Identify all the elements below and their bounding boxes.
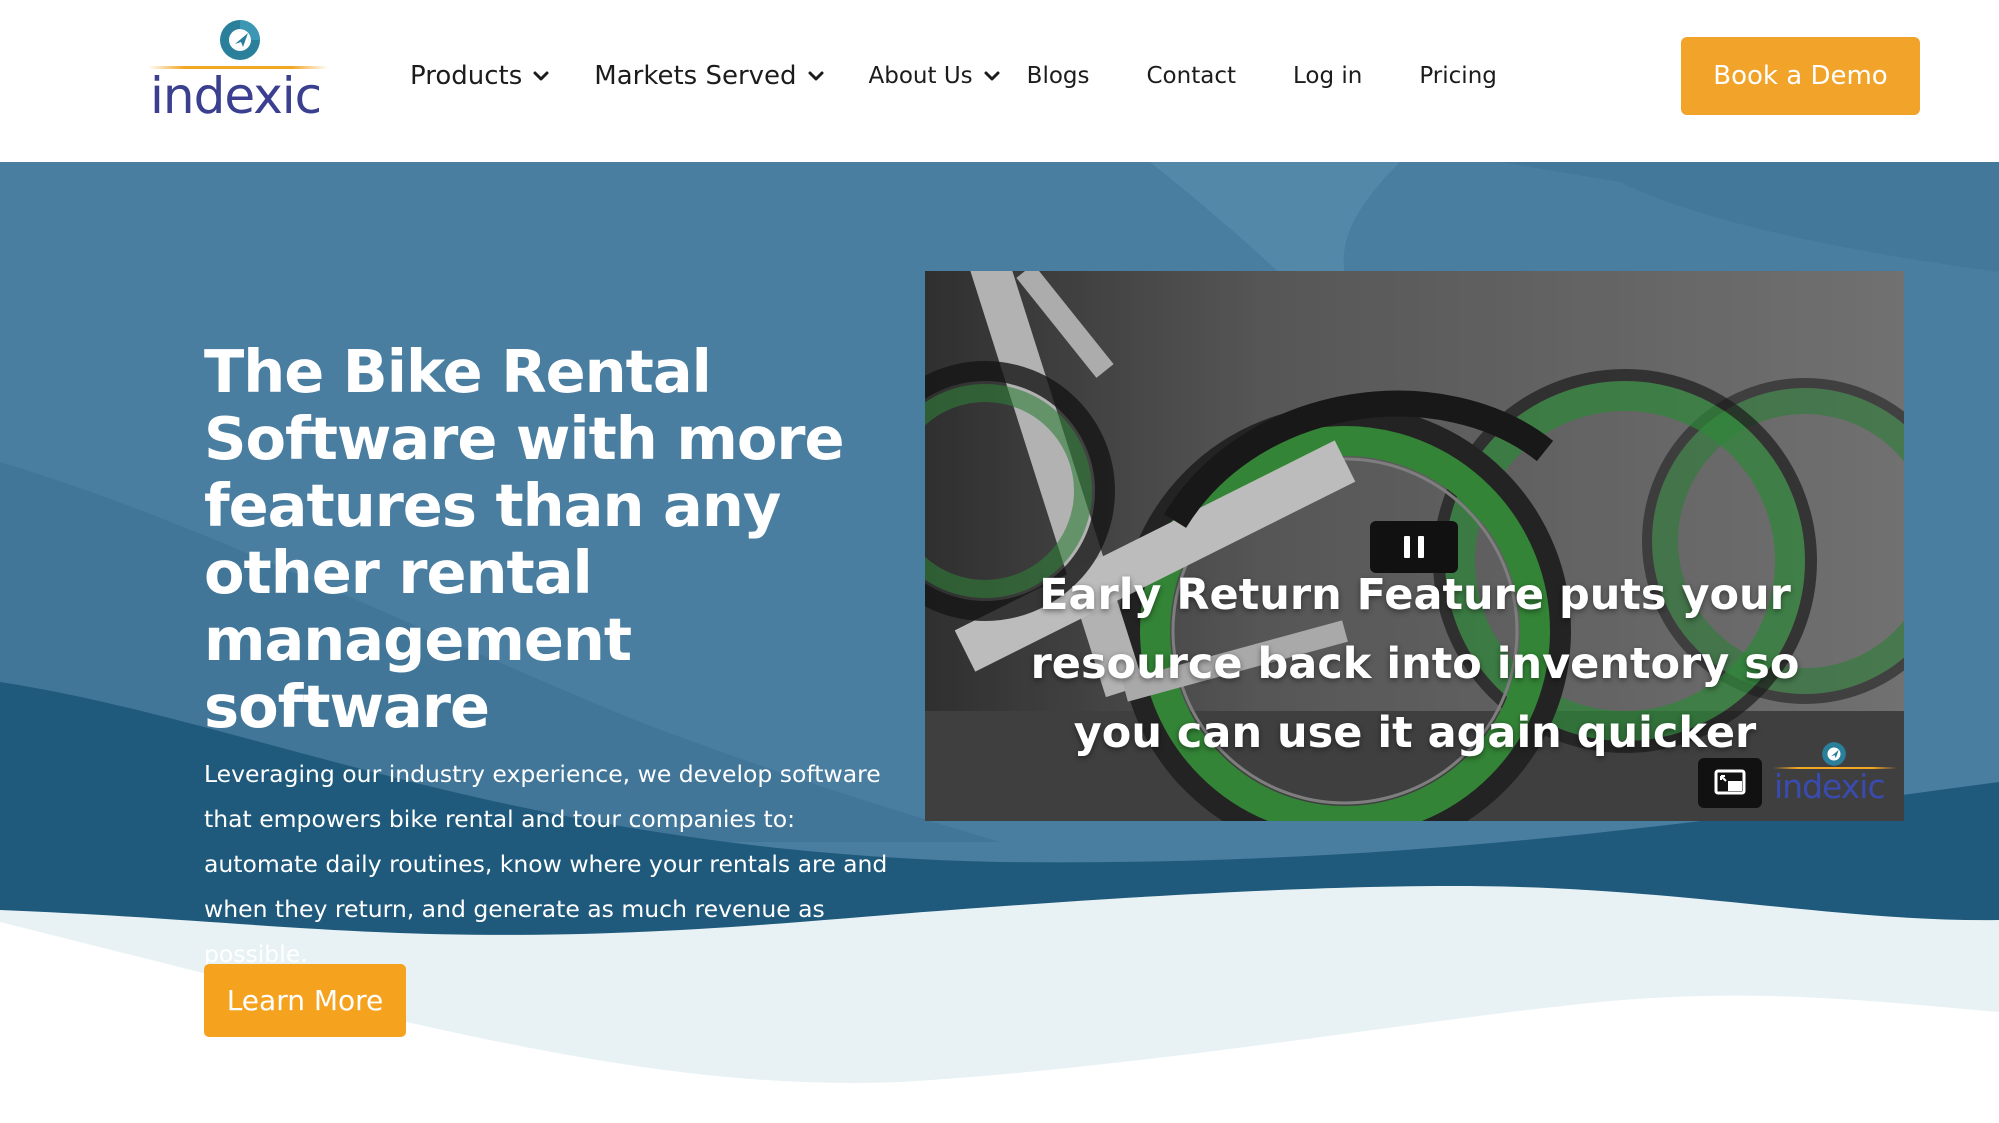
nav-pricing-label: Pricing [1419,63,1497,89]
video-watermark-logo: indexic [1773,741,1897,815]
nav-products[interactable]: Products [410,61,550,91]
pause-icon [1404,536,1410,558]
chevron-down-icon [533,71,549,81]
nav-contact-label: Contact [1146,63,1236,89]
nav-log-in[interactable]: Log in [1293,63,1362,89]
chevron-down-icon [984,71,1000,81]
nav-about-us[interactable]: About Us [869,63,1001,89]
hero-section: The Bike Rental Software with more featu… [0,162,1999,1123]
main-nav: Products Markets Served About Us Blogs C… [410,52,1497,100]
learn-more-button[interactable]: Learn More [204,964,406,1037]
indexic-logo[interactable]: indexic [148,18,328,125]
site-header: indexic Products Markets Served About Us… [0,0,1999,162]
picture-in-picture-button[interactable] [1698,758,1762,808]
chevron-down-icon [808,71,824,81]
indexic-logo-mark-icon [1822,742,1846,766]
nav-log-in-label: Log in [1292,63,1363,89]
pause-icon-bar [1418,536,1424,558]
feature-video[interactable]: Early Return Feature puts your resource … [925,271,1904,821]
book-demo-button[interactable]: Book a Demo [1681,37,1920,115]
nav-markets-served[interactable]: Markets Served [594,61,824,91]
nav-contact[interactable]: Contact [1147,63,1236,89]
picture-in-picture-icon [1714,769,1746,795]
video-caption: Early Return Feature puts your resource … [1030,570,1800,758]
nav-blogs-label: Blogs [1026,63,1090,89]
watermark-wordmark: indexic [1774,767,1886,806]
nav-about-us-label: About Us [868,63,973,89]
logo-wordmark: indexic [150,67,322,125]
nav-blogs[interactable]: Blogs [1027,63,1090,89]
nav-markets-served-label: Markets Served [594,61,797,91]
hero-description: Leveraging our industry experience, we d… [204,760,888,968]
hero-title: The Bike Rental Software with more featu… [204,337,844,741]
nav-pricing[interactable]: Pricing [1419,63,1497,89]
nav-products-label: Products [410,61,523,91]
indexic-logo-mark-icon [220,20,260,60]
